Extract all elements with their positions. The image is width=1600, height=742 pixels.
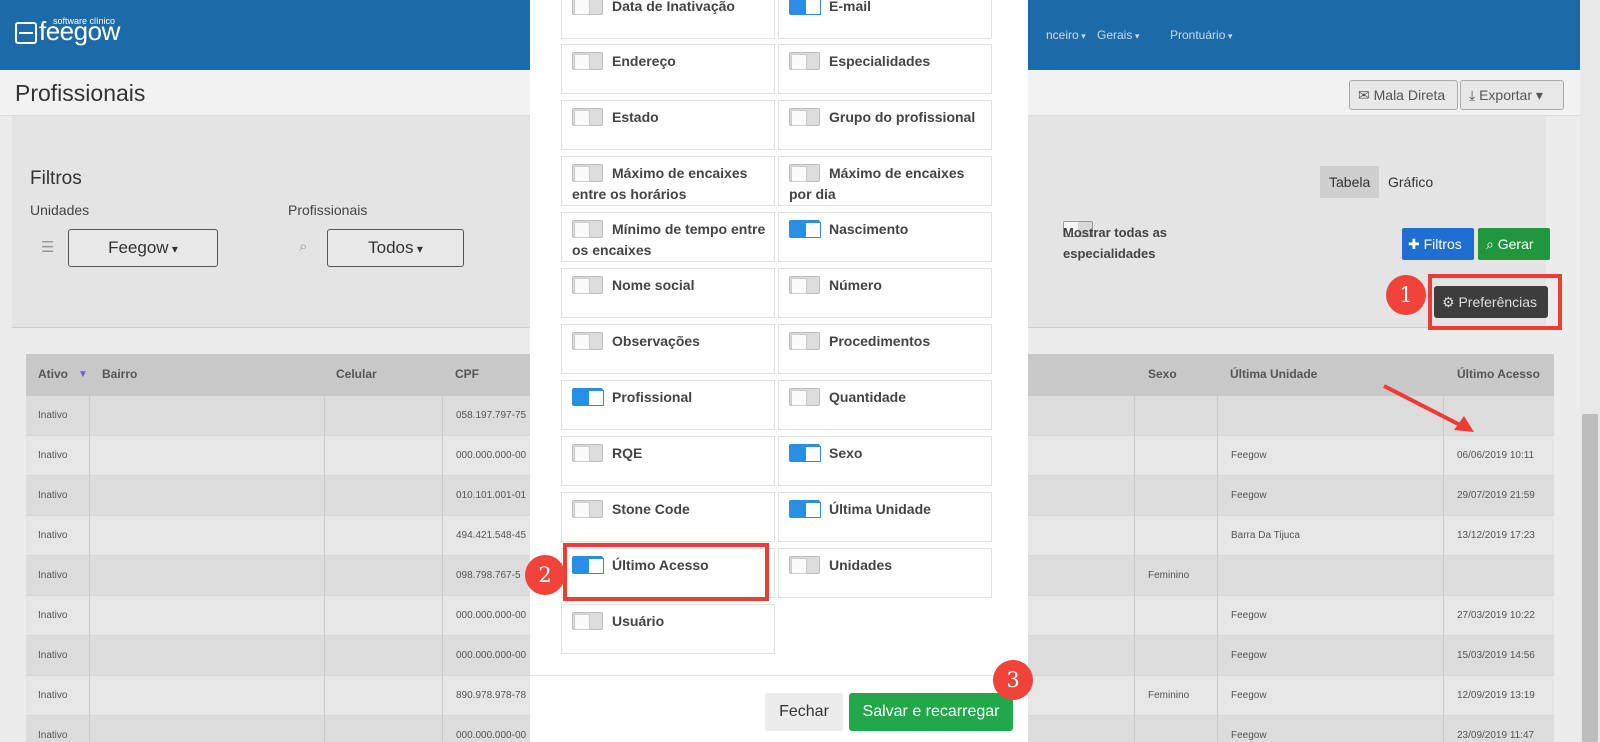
toggle-quantidade[interactable] xyxy=(789,388,820,406)
page-title: Profissionais xyxy=(15,80,146,106)
page-scrollbar-thumb[interactable] xyxy=(1582,414,1598,742)
toggle-numero[interactable] xyxy=(789,276,820,294)
option-procedimentos[interactable]: Procedimentos xyxy=(778,324,992,374)
toggle-especialidades[interactable] xyxy=(789,52,820,70)
option-stone-code[interactable]: Stone Code xyxy=(561,492,775,542)
toggle-stone-code[interactable] xyxy=(572,500,603,518)
filters-title: Filtros xyxy=(30,168,82,189)
nav-item-financeiro[interactable]: nceiro xyxy=(1046,28,1086,42)
toggle-email[interactable] xyxy=(789,0,821,15)
toggle-nome-social[interactable] xyxy=(572,276,603,294)
option-email[interactable]: E-mail xyxy=(778,0,992,39)
nav-item-gerais[interactable]: Gerais xyxy=(1097,28,1139,42)
mala-direta-button[interactable]: ✉ Mala Direta xyxy=(1349,80,1458,110)
units-dropdown[interactable]: Feegow xyxy=(68,229,218,267)
tab-tabela[interactable]: Tabela xyxy=(1320,166,1380,198)
option-numero[interactable]: Número xyxy=(778,268,992,318)
preferences-modal: Data de Inativação E-mail Endereço Espec… xyxy=(530,0,1028,742)
download-icon: ⤓ xyxy=(1469,87,1476,103)
toggle-nascimento[interactable] xyxy=(789,220,821,238)
option-maximo-encaixes-horarios[interactable]: Máximo de encaixes entre os horários xyxy=(561,156,775,206)
option-especialidades[interactable]: Especialidades xyxy=(778,44,992,94)
show-all-specialties-label: Mostrar todas as especialidades xyxy=(1063,225,1168,261)
professionals-dropdown[interactable]: Todos xyxy=(327,229,464,267)
generate-button[interactable]: ⌕ Gerar xyxy=(1478,228,1550,260)
option-rqe[interactable]: RQE xyxy=(561,436,775,486)
highlight-ultimo-acesso xyxy=(563,543,769,601)
option-quantidade[interactable]: Quantidade xyxy=(778,380,992,430)
save-and-reload-button[interactable]: Salvar e recarregar xyxy=(849,693,1013,731)
toggle-ultima-unidade[interactable] xyxy=(789,500,821,518)
toggle-profissional[interactable] xyxy=(572,388,604,406)
brand-tagline: software clínico xyxy=(53,16,116,26)
toggle-sexo[interactable] xyxy=(789,444,821,462)
arrow-icon xyxy=(1383,384,1474,432)
units-label: Unidades xyxy=(30,202,90,218)
option-data-de-inativacao[interactable]: Data de Inativação xyxy=(561,0,775,39)
option-profissional[interactable]: Profissional xyxy=(561,380,775,430)
brand-logo[interactable]: feegow software clínico xyxy=(15,16,120,44)
option-usuario[interactable]: Usuário xyxy=(561,604,775,654)
toggle-usuario[interactable] xyxy=(572,612,603,630)
column-header-sexo[interactable]: Sexo xyxy=(1148,367,1177,381)
column-header-bairro[interactable]: Bairro xyxy=(102,367,137,381)
filters-button[interactable]: ✚ Filtros xyxy=(1402,228,1474,260)
option-minimo-tempo-encaixes[interactable]: Mínimo de tempo entre os encaixes xyxy=(561,212,775,262)
column-header-celular[interactable]: Celular xyxy=(336,367,377,381)
toggle-unidades[interactable] xyxy=(789,556,820,574)
step-marker-3: 3 xyxy=(993,660,1033,700)
option-observacoes[interactable]: Observações xyxy=(561,324,775,374)
close-button[interactable]: Fechar xyxy=(765,693,843,731)
column-header-ultimo-acesso[interactable]: Último Acesso xyxy=(1457,367,1540,381)
toggle-data-de-inativacao[interactable] xyxy=(572,0,603,15)
option-maximo-encaixes-dia[interactable]: Máximo de encaixes por dia xyxy=(778,156,992,206)
option-grupo-do-profissional[interactable]: Grupo do profissional xyxy=(778,100,992,150)
step-marker-2: 2 xyxy=(525,555,565,595)
envelope-icon: ✉ xyxy=(1358,87,1370,103)
toggle-rqe[interactable] xyxy=(572,444,603,462)
plus-icon: ✚ xyxy=(1408,236,1420,252)
highlight-preferences xyxy=(1428,274,1562,330)
sort-icon[interactable]: ▼ xyxy=(78,369,88,380)
professionals-label: Profissionais xyxy=(288,202,368,218)
search-icon: ⌕ xyxy=(299,238,308,255)
toggle-endereco[interactable] xyxy=(572,52,603,70)
toggle-grupo-do-profissional[interactable] xyxy=(789,108,820,126)
column-header-cpf[interactable]: CPF xyxy=(455,367,479,381)
toggle-estado[interactable] xyxy=(572,108,603,126)
option-unidades[interactable]: Unidades xyxy=(778,548,992,598)
nav-item-prontuario[interactable]: Prontuário xyxy=(1170,28,1232,42)
step-marker-1: 1 xyxy=(1386,275,1426,315)
option-endereco[interactable]: Endereço xyxy=(561,44,775,94)
column-header-ativo[interactable]: Ativo xyxy=(38,367,68,381)
menu-icon: ☰ xyxy=(41,239,55,256)
tab-grafico[interactable]: Gráfico xyxy=(1379,166,1442,198)
option-ultima-unidade[interactable]: Última Unidade xyxy=(778,492,992,542)
option-estado[interactable]: Estado xyxy=(561,100,775,150)
toggle-observacoes[interactable] xyxy=(572,332,603,350)
column-header-ultima-unidade[interactable]: Última Unidade xyxy=(1230,367,1317,381)
logo-icon xyxy=(15,22,37,44)
option-nascimento[interactable]: Nascimento xyxy=(778,212,992,262)
modal-footer: Fechar Salvar e recarregar xyxy=(530,675,1028,742)
export-button[interactable]: ⤓ Exportar ▾ xyxy=(1460,80,1564,110)
option-nome-social[interactable]: Nome social xyxy=(561,268,775,318)
search-icon: ⌕ xyxy=(1486,236,1494,252)
toggle-procedimentos[interactable] xyxy=(789,332,820,350)
option-sexo[interactable]: Sexo xyxy=(778,436,992,486)
